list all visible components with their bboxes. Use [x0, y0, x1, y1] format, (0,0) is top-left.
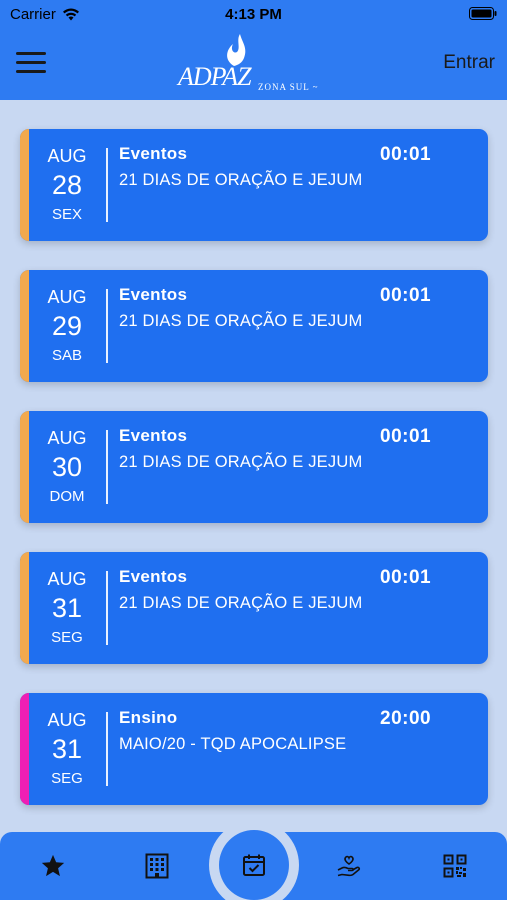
hand-heart-icon — [337, 855, 361, 877]
event-date: AUG 31 SEG — [29, 693, 105, 805]
event-month: AUG — [47, 287, 87, 307]
event-month: AUG — [47, 569, 87, 589]
event-title: MAIO/20 - TQD APOCALIPSE — [119, 735, 347, 753]
divider — [106, 430, 108, 504]
event-time: 00:01 — [380, 426, 432, 447]
logo: ADPAZ ZONA SUL ~ — [176, 32, 326, 98]
event-day: 31 — [51, 734, 83, 764]
hamburger-line — [16, 52, 46, 55]
event-day: 30 — [51, 452, 83, 482]
menu-button[interactable] — [16, 52, 46, 74]
event-category: Eventos — [119, 285, 188, 304]
logo-text: ADPAZ — [178, 62, 252, 91]
calendar-check-icon — [243, 854, 265, 876]
event-category: Eventos — [119, 567, 188, 586]
event-month: AUG — [47, 146, 87, 166]
event-day: 28 — [51, 170, 83, 200]
event-date: AUG 30 DOM — [29, 411, 105, 523]
event-time: 20:00 — [380, 708, 432, 729]
hamburger-line — [16, 70, 46, 73]
event-title: 21 DIAS DE ORAÇÃO E JEJUM — [119, 312, 363, 330]
tab-donations[interactable] — [334, 852, 364, 880]
event-card[interactable]: AUG 31 SEG Ensino 20:00 MAIO/20 - TQD AP… — [20, 693, 488, 805]
event-day: 31 — [51, 593, 83, 623]
event-weekday: SEX — [51, 206, 82, 223]
category-accent — [20, 129, 29, 241]
event-time: 00:01 — [380, 285, 432, 306]
battery-icon — [469, 7, 497, 24]
category-accent — [20, 270, 29, 382]
divider — [106, 148, 108, 222]
event-category: Eventos — [119, 144, 188, 163]
event-date: AUG 31 SEG — [29, 552, 105, 664]
hamburger-line — [16, 61, 46, 64]
login-button[interactable]: Entrar — [443, 52, 495, 74]
event-time: 00:01 — [380, 144, 432, 165]
tab-church[interactable] — [142, 852, 172, 880]
event-card[interactable]: AUG 29 SAB Eventos 00:01 21 DIAS DE ORAÇ… — [20, 270, 488, 382]
event-date: AUG 29 SAB — [29, 270, 105, 382]
event-weekday: SAB — [51, 347, 82, 364]
tab-favorites[interactable] — [38, 852, 68, 880]
event-title: 21 DIAS DE ORAÇÃO E JEJUM — [119, 171, 363, 189]
divider — [106, 712, 108, 786]
tab-bar — [0, 820, 507, 900]
category-accent — [20, 411, 29, 523]
event-category: Eventos — [119, 426, 188, 445]
event-category: Ensino — [119, 708, 178, 727]
star-icon — [41, 854, 65, 876]
event-card[interactable]: AUG 31 SEG Eventos 00:01 21 DIAS DE ORAÇ… — [20, 552, 488, 664]
tab-qr-code[interactable] — [440, 852, 470, 880]
event-weekday: DOM — [49, 488, 85, 505]
event-list: AUG 28 SEX Eventos 00:01 21 DIAS DE ORAÇ… — [20, 129, 488, 834]
status-time: 4:13 PM — [225, 6, 282, 23]
event-weekday: SEG — [51, 629, 83, 646]
event-date: AUG 28 SEX — [29, 129, 105, 241]
event-month: AUG — [47, 428, 87, 448]
divider — [106, 289, 108, 363]
divider — [106, 571, 108, 645]
event-card[interactable]: AUG 30 DOM Eventos 00:01 21 DIAS DE ORAÇ… — [20, 411, 488, 523]
event-title: 21 DIAS DE ORAÇÃO E JEJUM — [119, 594, 363, 612]
event-title: 21 DIAS DE ORAÇÃO E JEJUM — [119, 453, 363, 471]
qr-code-icon — [443, 854, 467, 878]
event-card[interactable]: AUG 28 SEX Eventos 00:01 21 DIAS DE ORAÇ… — [20, 129, 488, 241]
category-accent — [20, 693, 29, 805]
event-month: AUG — [47, 710, 87, 730]
event-time: 00:01 — [380, 567, 432, 588]
event-weekday: SEG — [51, 770, 83, 787]
building-icon — [145, 853, 169, 879]
logo-subtext: ZONA SUL ~ — [258, 82, 319, 92]
tab-events[interactable] — [219, 830, 289, 900]
category-accent — [20, 552, 29, 664]
app-header: ADPAZ ZONA SUL ~ Entrar — [0, 30, 507, 100]
status-bar: Carrier 4:13 PM — [0, 0, 507, 30]
event-day: 29 — [51, 311, 83, 341]
